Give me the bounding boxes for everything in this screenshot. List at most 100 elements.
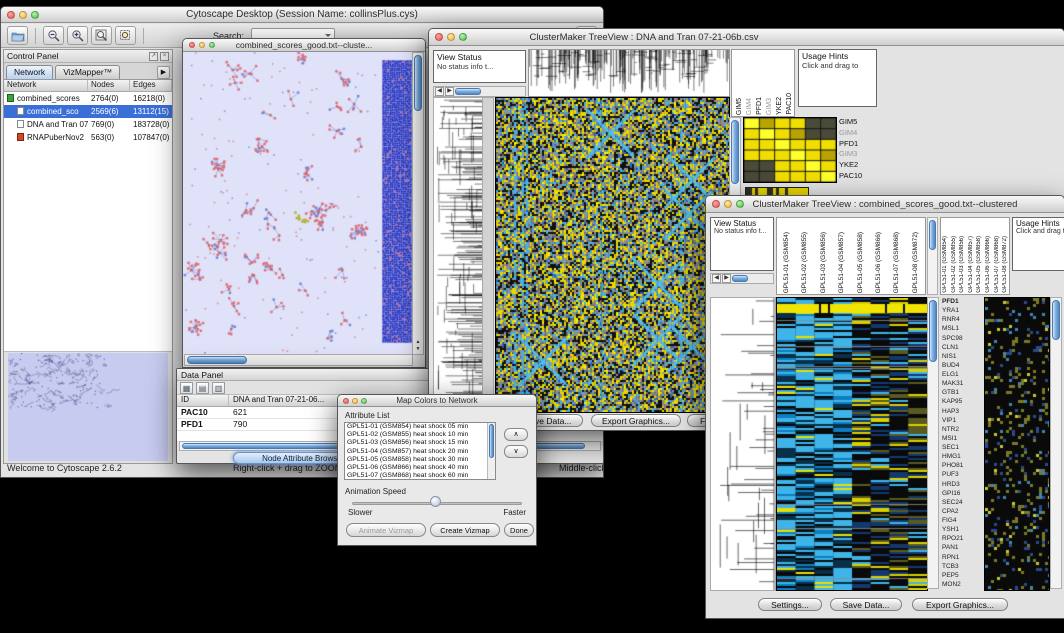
network-overview-thumbnail[interactable] [8,353,168,461]
float-panel-icon[interactable]: ↗ [149,52,158,61]
gene-label[interactable]: RPO21 [942,534,982,543]
gene-label[interactable]: FIG4 [942,516,982,525]
create-vizmap-button[interactable]: Create Vizmap [430,523,500,537]
gene-label[interactable]: RNR4 [942,315,982,324]
row-dendrogram-canvas[interactable] [710,297,776,591]
gene-label[interactable]: GPI16 [942,489,982,498]
heatmap-zoom-canvas[interactable] [984,297,1050,591]
scroll-right-arrow[interactable]: ▶ [445,87,454,96]
gene-label[interactable]: NTR2 [942,425,982,434]
move-up-button[interactable]: ∧ [504,428,528,441]
minimize-button[interactable] [724,200,732,208]
gene-label[interactable]: MON2 [942,580,982,589]
gene-label[interactable]: PEP5 [942,571,982,580]
gene-label[interactable]: SPC98 [942,334,982,343]
gene-label[interactable]: YSH1 [942,525,982,534]
scroll-left-arrow[interactable]: ◀ [712,274,721,283]
heatmap-zoom-canvas[interactable] [743,117,837,183]
row-dendrogram-canvas[interactable] [433,97,483,413]
zoom-out-button[interactable] [43,26,64,45]
network-list-row[interactable]: combined_sco2569(6)13112(15) [4,105,172,118]
minimize-button[interactable] [352,398,358,404]
column-header-nodes[interactable]: Nodes [88,80,130,91]
close-button[interactable] [7,11,15,19]
network-list-row[interactable]: RNAPuberNov2563(0)107847(0) [4,131,172,144]
zoom-vertical-scrollbar[interactable] [1050,297,1062,589]
delete-attribute-icon[interactable]: ▥ [212,382,225,394]
zoom-button[interactable] [31,11,39,19]
main-titlebar[interactable]: Cytoscape Desktop (Session Name: collins… [1,7,603,23]
speed-slider-thumb[interactable] [430,496,441,507]
attribute-list-item[interactable]: GPL51-01 (GSM854) heat shock 05 min [345,423,495,431]
treeview-window-combined[interactable]: ClusterMaker TreeView : combined_scores_… [705,195,1064,619]
gene-label[interactable]: HRD3 [942,480,982,489]
gene-label[interactable]: MSI1 [942,434,982,443]
select-attributes-icon[interactable]: ▦ [180,382,193,394]
zoom-button[interactable] [459,33,467,41]
gene-label[interactable]: PHO81 [942,461,982,470]
attribute-list-item[interactable]: GPL51-03 (GSM856) heat shock 15 min [345,439,495,447]
attribute-list-item[interactable]: GPL51-06 (GSM866) heat shock 40 min [345,464,495,472]
close-button[interactable] [343,398,349,404]
gene-label[interactable]: SEC24 [942,498,982,507]
scroll-down-arrow[interactable]: ▼ [413,346,423,353]
gene-label[interactable]: PAN1 [942,543,982,552]
gene-label[interactable]: PUF3 [942,470,982,479]
zoom-button[interactable] [209,42,215,48]
minimize-button[interactable] [199,42,205,48]
move-down-button[interactable]: ∨ [504,445,528,458]
network-view-window[interactable]: combined_scores_good.txt--cluste... ▲ ▼ [182,38,426,368]
dendrogram-h-scrollbar[interactable]: ◀▶ [710,273,774,284]
gene-label[interactable]: MSL1 [942,324,982,333]
export-graphics-button[interactable]: Export Graphics... [591,414,681,427]
column-header-network[interactable]: Network [4,80,88,91]
scrollbar-thumb[interactable] [732,275,748,282]
attribute-list-item[interactable]: GPL51-04 (GSM857) heat shock 20 min [345,448,495,456]
close-button[interactable] [189,42,195,48]
scroll-left-arrow[interactable]: ◀ [435,87,444,96]
gene-label[interactable]: VIP1 [942,416,982,425]
dendrogram-h-scrollbar[interactable]: ◀▶ [433,86,526,97]
scrollbar-thumb[interactable] [731,120,739,184]
settings-button[interactable]: Settings... [758,598,822,611]
gene-label[interactable]: BUD4 [942,361,982,370]
done-button[interactable]: Done [504,523,534,537]
close-button[interactable] [435,33,443,41]
network-window-titlebar[interactable]: combined_scores_good.txt--cluste... [183,39,425,52]
zoom-selected-button[interactable] [115,26,136,45]
column-header-id[interactable]: ID [177,395,229,406]
gene-label[interactable]: HAP3 [942,407,982,416]
gene-label[interactable]: MAK31 [942,379,982,388]
dialog-titlebar[interactable]: Map Colors to Network [338,395,536,407]
gene-label[interactable]: NIS1 [942,352,982,361]
zoom-fit-button[interactable] [91,26,112,45]
column-header-edges[interactable]: Edges [130,80,172,91]
network-horizontal-scrollbar[interactable] [184,354,413,366]
treeview2-titlebar[interactable]: ClusterMaker TreeView : combined_scores_… [706,196,1064,213]
gene-label[interactable]: PFD1 [942,297,982,306]
create-attribute-icon[interactable]: ▤ [196,382,209,394]
heatmap-vertical-scrollbar[interactable] [927,297,939,589]
scroll-right-arrow[interactable]: ▶ [722,274,731,283]
scroll-up-arrow[interactable]: ▲ [413,339,423,346]
minimize-button[interactable] [447,33,455,41]
tab-network[interactable]: Network [6,65,53,79]
heatmap-global-canvas[interactable] [776,297,928,591]
tab-scroll-right-button[interactable]: ▶ [157,66,170,79]
scrollbar-thumb[interactable] [489,424,494,458]
gene-label[interactable]: HMG1 [942,452,982,461]
gene-label[interactable]: TCB3 [942,562,982,571]
scrollbar-thumb[interactable] [455,88,481,95]
dendrogram-scroll-strip[interactable] [482,97,494,411]
close-button[interactable] [712,200,720,208]
scrollbar-thumb[interactable] [1052,300,1060,340]
gene-label[interactable]: KAP95 [942,397,982,406]
gene-label[interactable]: YRA1 [942,306,982,315]
heatmap-global-canvas[interactable] [495,97,730,413]
gene-label[interactable]: GTB1 [942,388,982,397]
column-dendrogram-canvas[interactable] [528,49,730,97]
gene-label[interactable]: RPN1 [942,553,982,562]
gene-label[interactable]: ELG1 [942,370,982,379]
attribute-list-item[interactable]: GPL51-02 (GSM855) heat shock 10 min [345,431,495,439]
zoom-button[interactable] [361,398,367,404]
